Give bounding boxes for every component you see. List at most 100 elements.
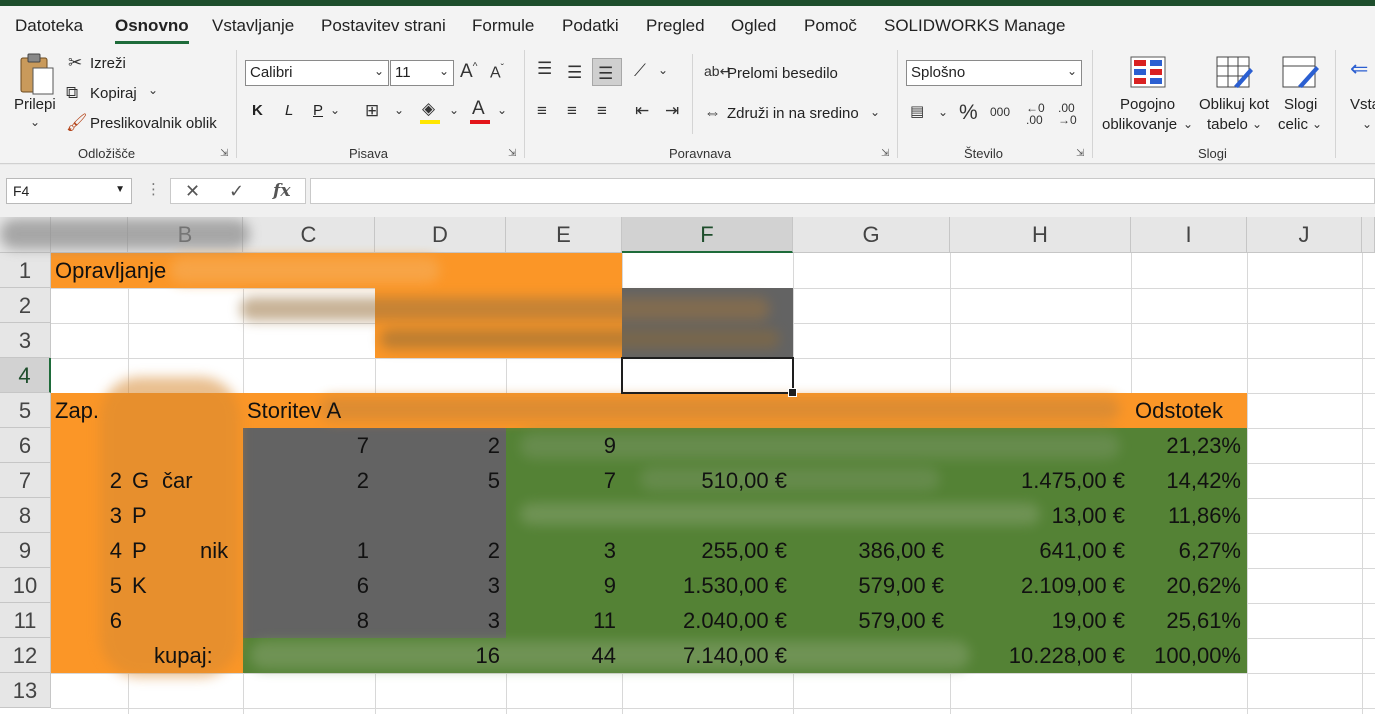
chevron-down-icon[interactable]: ⌄ xyxy=(330,104,340,116)
cell-b10[interactable]: K xyxy=(128,568,188,603)
align-right-icon[interactable]: ≡ xyxy=(597,102,607,119)
scissors-icon[interactable]: ✂ xyxy=(68,54,82,71)
cell-c10[interactable]: 6 xyxy=(243,568,375,603)
cell-g10[interactable]: 579,00 € xyxy=(793,568,950,603)
font-size-combo[interactable]: 11 ⌄ xyxy=(390,60,454,86)
cell-i10[interactable]: 20,62% xyxy=(1131,568,1247,603)
align-middle-icon[interactable]: ☰ xyxy=(567,64,582,81)
conditional-formatting-label-1[interactable]: Pogojno xyxy=(1120,96,1175,113)
dialog-launcher-icon[interactable]: ⇲ xyxy=(220,148,228,159)
cell-i6[interactable]: 21,23% xyxy=(1131,428,1247,463)
row-header-1[interactable]: 1 xyxy=(0,253,51,288)
copy-button[interactable]: Kopiraj xyxy=(90,85,137,102)
chevron-down-icon[interactable]: ⌄ xyxy=(1252,118,1262,130)
decrease-decimal-icon[interactable]: .00 →0 xyxy=(1058,102,1077,126)
row-header-9[interactable]: 9 xyxy=(0,533,51,568)
column-header-g[interactable]: G xyxy=(793,217,950,253)
row-header-5[interactable]: 5 xyxy=(0,393,51,428)
cell-f9[interactable]: 255,00 € xyxy=(622,533,793,568)
tab-solidworks-manage[interactable]: SOLIDWORKS Manage xyxy=(884,16,1065,36)
tab-podatki[interactable]: Podatki xyxy=(562,16,619,36)
chevron-down-icon[interactable]: ⌄ xyxy=(497,104,507,116)
cell-i8[interactable]: 11,86% xyxy=(1131,498,1247,533)
copy-icon[interactable]: ⧉ xyxy=(66,84,78,101)
column-header-e[interactable]: E xyxy=(506,217,622,253)
cell-c9[interactable]: 1 xyxy=(243,533,375,568)
chevron-down-icon[interactable]: ⌄ xyxy=(449,104,459,116)
decrease-indent-icon[interactable]: ⇤ xyxy=(635,102,649,119)
cell-c5[interactable]: Storitev A xyxy=(243,393,375,428)
conditional-formatting-label-2[interactable]: oblikovanje xyxy=(1102,116,1177,133)
cell-i9[interactable]: 6,27% xyxy=(1131,533,1247,568)
number-format-combo[interactable]: Splošno ⌄ xyxy=(906,60,1082,86)
align-left-icon[interactable]: ≡ xyxy=(537,102,547,119)
font-color-icon[interactable]: A xyxy=(470,99,490,124)
chevron-down-icon[interactable]: ⌄ xyxy=(658,64,668,76)
chevron-down-icon[interactable]: ⌄ xyxy=(870,106,880,118)
active-cell-f4[interactable] xyxy=(621,357,797,397)
cell-b8[interactable]: P xyxy=(128,498,188,533)
cell-d7[interactable]: 5 xyxy=(375,463,506,498)
orientation-icon[interactable]: ⟋ xyxy=(634,62,646,79)
row-header-8[interactable]: 8 xyxy=(0,498,51,533)
cell-c7[interactable]: 2 xyxy=(243,463,375,498)
enter-icon[interactable]: ✓ xyxy=(229,181,244,202)
insert-cells-icon[interactable]: ⇐ xyxy=(1350,58,1368,80)
chevron-down-icon[interactable]: ⌄ xyxy=(1312,118,1322,130)
wrap-text-button[interactable]: Prelomi besedilo xyxy=(727,65,838,82)
conditional-formatting-icon[interactable] xyxy=(1130,56,1166,88)
cell-e12[interactable]: 44 xyxy=(506,638,622,673)
cell-d9[interactable]: 2 xyxy=(375,533,506,568)
cell-a10[interactable]: 5 xyxy=(51,568,128,603)
cell-c11[interactable]: 8 xyxy=(243,603,375,638)
increase-font-icon[interactable]: A^ xyxy=(460,62,477,81)
cell-h9[interactable]: 641,00 € xyxy=(950,533,1131,568)
cell-i12[interactable]: 100,00% xyxy=(1131,638,1247,673)
increase-indent-icon[interactable]: ⇥ xyxy=(665,102,679,119)
column-header-k[interactable] xyxy=(1362,217,1375,253)
comma-style-icon[interactable]: 000 xyxy=(990,106,1010,118)
row-header-7[interactable]: 7 xyxy=(0,463,51,498)
cell-c6[interactable]: 7 xyxy=(243,428,375,463)
tab-formule[interactable]: Formule xyxy=(472,16,534,36)
row-header-10[interactable]: 10 xyxy=(0,568,51,603)
cut-button[interactable]: Izreži xyxy=(90,55,126,72)
cell-d10[interactable]: 3 xyxy=(375,568,506,603)
cell-h11[interactable]: 19,00 € xyxy=(950,603,1131,638)
chevron-down-icon[interactable]: ⌄ xyxy=(1183,118,1193,130)
align-top-icon[interactable]: ☰ xyxy=(537,60,552,77)
fill-color-icon[interactable]: ◈ xyxy=(420,100,440,124)
chevron-down-icon[interactable]: ⌄ xyxy=(938,106,948,118)
tab-osnovno[interactable]: Osnovno xyxy=(115,16,189,44)
cell-a9[interactable]: 4 xyxy=(51,533,128,568)
cell-i7[interactable]: 14,42% xyxy=(1131,463,1247,498)
tab-datoteka[interactable]: Datoteka xyxy=(15,16,83,36)
cell-b12[interactable]: kupaj: xyxy=(150,638,243,673)
chevron-down-icon[interactable]: ⌄ xyxy=(148,84,158,96)
cell-e9[interactable]: 3 xyxy=(506,533,622,568)
cell-styles-label-1[interactable]: Slogi xyxy=(1284,96,1317,113)
dialog-launcher-icon[interactable]: ⇲ xyxy=(881,148,889,159)
cell-h12[interactable]: 10.228,00 € xyxy=(950,638,1131,673)
cell-f11[interactable]: 2.040,00 € xyxy=(622,603,793,638)
tab-vstavljanje[interactable]: Vstavljanje xyxy=(212,16,294,36)
column-header-d[interactable]: D xyxy=(375,217,506,253)
worksheet-grid[interactable]: B C D E F G H I J 1 2 3 4 5 6 7 8 9 10 1… xyxy=(0,217,1375,714)
borders-icon[interactable]: ⊞ xyxy=(365,102,379,119)
dialog-launcher-icon[interactable]: ⇲ xyxy=(1076,148,1084,159)
cell-g9[interactable]: 386,00 € xyxy=(793,533,950,568)
paintbrush-icon[interactable]: 🖌 xyxy=(66,114,88,131)
merge-center-icon[interactable]: ⇔ xyxy=(704,104,721,121)
cell-d11[interactable]: 3 xyxy=(375,603,506,638)
insert-function-icon[interactable]: fx xyxy=(273,181,290,201)
tab-pregled[interactable]: Pregled xyxy=(646,16,705,36)
row-header-13[interactable]: 13 xyxy=(0,673,51,708)
row-header-12[interactable]: 12 xyxy=(0,638,51,673)
align-bottom-button[interactable]: ☰ xyxy=(592,58,622,86)
cell-a7[interactable]: 2 xyxy=(51,463,128,498)
cell-a8[interactable]: 3 xyxy=(51,498,128,533)
format-as-table-icon[interactable] xyxy=(1216,56,1254,90)
cell-f12[interactable]: 7.140,00 € xyxy=(622,638,793,673)
row-header-4[interactable]: 4 xyxy=(0,358,51,393)
column-header-f[interactable]: F xyxy=(622,217,793,253)
